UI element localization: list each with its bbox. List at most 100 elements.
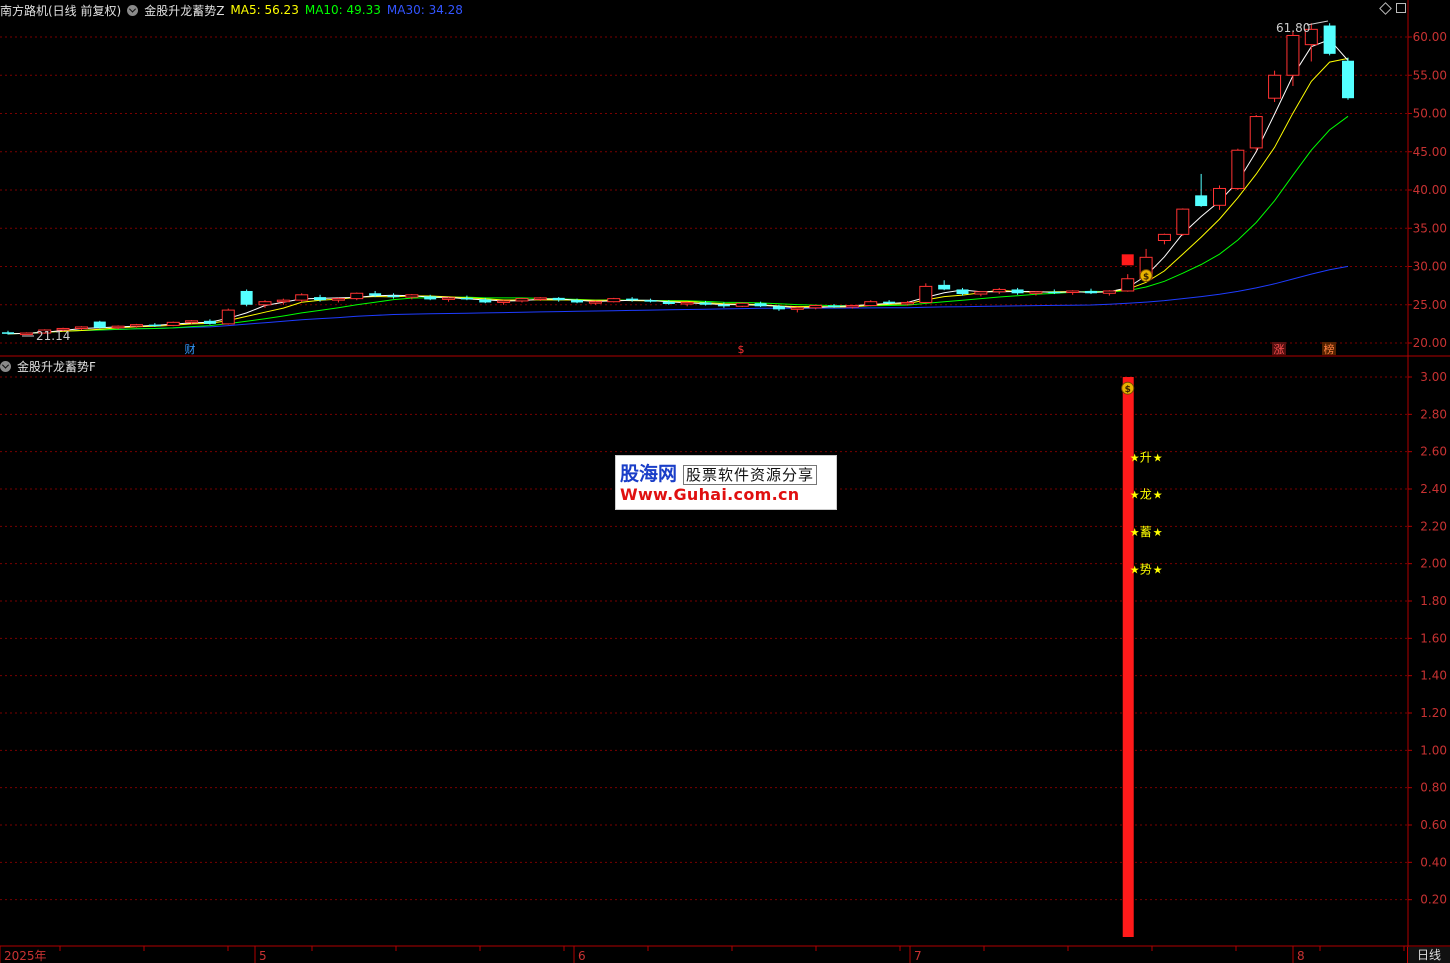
candle-up <box>1213 187 1227 206</box>
ma3-line <box>7 39 1349 335</box>
candle-up <box>111 325 125 329</box>
candle-up <box>258 301 272 306</box>
candle-up <box>1286 34 1300 76</box>
candle-down <box>1085 290 1098 294</box>
indicator-name[interactable]: 金股升龙蓄势Z <box>144 2 224 19</box>
time-label: 7 <box>914 949 922 963</box>
candle-down <box>883 301 896 304</box>
candle-up <box>129 324 143 327</box>
indicator-tick-label: 3.00 <box>1420 370 1447 384</box>
money-bag-icon: $ <box>1139 269 1153 283</box>
candle-up <box>1249 116 1263 149</box>
chart-header: 南方路机(日线 前复权) 金股升龙蓄势Z MA5: 56.23 MA10: 49… <box>0 1 463 19</box>
indicator-panel-title[interactable]: 金股升龙蓄势F <box>17 358 96 375</box>
candle-up <box>442 297 456 300</box>
candle-up <box>221 309 235 325</box>
candle-up <box>185 320 199 323</box>
ma5-line <box>7 57 1349 335</box>
candle-up <box>405 294 419 298</box>
candle-down <box>1011 289 1024 294</box>
indicator-tick-label: 0.60 <box>1420 818 1447 832</box>
candle-up <box>1157 233 1171 241</box>
time-label: 2025年 <box>4 949 47 963</box>
candle-down <box>644 300 657 302</box>
signal-label: 蓄 <box>1140 525 1152 539</box>
indicator-tick-label: 1.40 <box>1420 669 1447 683</box>
candle-up <box>166 321 180 326</box>
price-tick-label: 40.00 <box>1413 183 1447 197</box>
candle-up <box>864 301 878 307</box>
candle-up <box>809 305 823 309</box>
candle-up <box>1268 74 1282 99</box>
star-icon: ★ <box>1130 563 1140 576</box>
star-icon: ★ <box>1153 563 1163 576</box>
watermark-slogan: 股票软件资源分享 <box>683 465 818 485</box>
time-label: 6 <box>578 949 586 963</box>
price-tick-label: 55.00 <box>1413 68 1447 82</box>
star-icon: ★ <box>1130 451 1140 464</box>
stock-title[interactable]: 南方路机(日线 前复权) <box>0 2 121 19</box>
indicator-tick-label: 2.20 <box>1420 519 1447 533</box>
diamond-icon[interactable] <box>1379 2 1392 15</box>
candle-up <box>974 291 988 295</box>
candle-down <box>699 302 712 305</box>
candle-up <box>992 288 1006 293</box>
candle-down <box>148 324 161 327</box>
candle-down <box>240 290 253 305</box>
candle-down <box>956 289 969 295</box>
candle-down <box>662 301 675 304</box>
candle-up <box>588 301 602 304</box>
price-tick-label: 60.00 <box>1413 30 1447 44</box>
indicator-tick-label: 1.80 <box>1420 594 1447 608</box>
candle-down <box>369 293 382 296</box>
star-icon: ★ <box>1153 526 1163 539</box>
finance-marker: 财 <box>185 342 196 356</box>
low-price-label: 21.14 <box>36 329 70 343</box>
rank-marker: 榜 <box>1324 342 1335 356</box>
price-tick-label: 30.00 <box>1413 260 1447 274</box>
time-axis: 2025年 5 6 7 8 <box>0 946 1405 963</box>
candle-up <box>790 307 804 310</box>
candle-down <box>203 320 216 324</box>
candle-up <box>1231 149 1245 189</box>
dollar-marker: $ <box>738 343 745 356</box>
star-icon: ★ <box>1130 526 1140 539</box>
star-icon: ★ <box>1130 489 1140 502</box>
candle-up <box>1176 208 1190 235</box>
candle-down <box>552 297 565 301</box>
candle-down <box>2 332 14 334</box>
signal-bar: $★ 升 ★★ 龙 ★★ 蓄 ★★ 势 ★ <box>1121 377 1163 937</box>
square-icon[interactable] <box>1396 3 1406 13</box>
candle-up <box>1102 290 1116 294</box>
signal-label: 龙 <box>1140 488 1152 502</box>
ma30-value: MA30: 34.28 <box>386 3 463 17</box>
period-tab[interactable]: 日线 <box>1407 947 1450 963</box>
candle-up <box>533 297 547 300</box>
candle-up <box>1029 291 1043 294</box>
time-label: 8 <box>1297 949 1305 963</box>
indicator-tick-label: 1.00 <box>1420 743 1447 757</box>
candle-up <box>1066 290 1080 294</box>
chevron-down-icon[interactable] <box>0 360 11 372</box>
candle-down <box>424 296 437 300</box>
indicator-tick-label: 1.60 <box>1420 631 1447 645</box>
star-icon: ★ <box>1153 489 1163 502</box>
candle-down <box>1195 195 1208 207</box>
indicator-tick-label: 1.20 <box>1420 706 1447 720</box>
watermark-logo: 股海网 股票软件资源分享 Www.Guhai.com.cn <box>615 455 837 510</box>
indicator-header: 金股升龙蓄势F <box>0 357 96 375</box>
candle-down <box>938 284 951 290</box>
signal-label: 升 <box>1140 450 1152 464</box>
candle-up <box>1121 278 1135 292</box>
chevron-down-icon[interactable] <box>127 4 139 16</box>
candle-up <box>607 298 621 303</box>
candle-down <box>1048 291 1061 294</box>
indicator-tick-label: 0.80 <box>1420 781 1447 795</box>
star-icon: ★ <box>1153 451 1163 464</box>
money-bag-glyph: $ <box>1125 385 1131 395</box>
ma5-value: MA5: 56.23 <box>230 3 299 17</box>
candle-down <box>1323 25 1336 54</box>
candle-down <box>754 303 767 307</box>
candle-down <box>479 299 492 303</box>
price-tick-label: 25.00 <box>1413 298 1447 312</box>
